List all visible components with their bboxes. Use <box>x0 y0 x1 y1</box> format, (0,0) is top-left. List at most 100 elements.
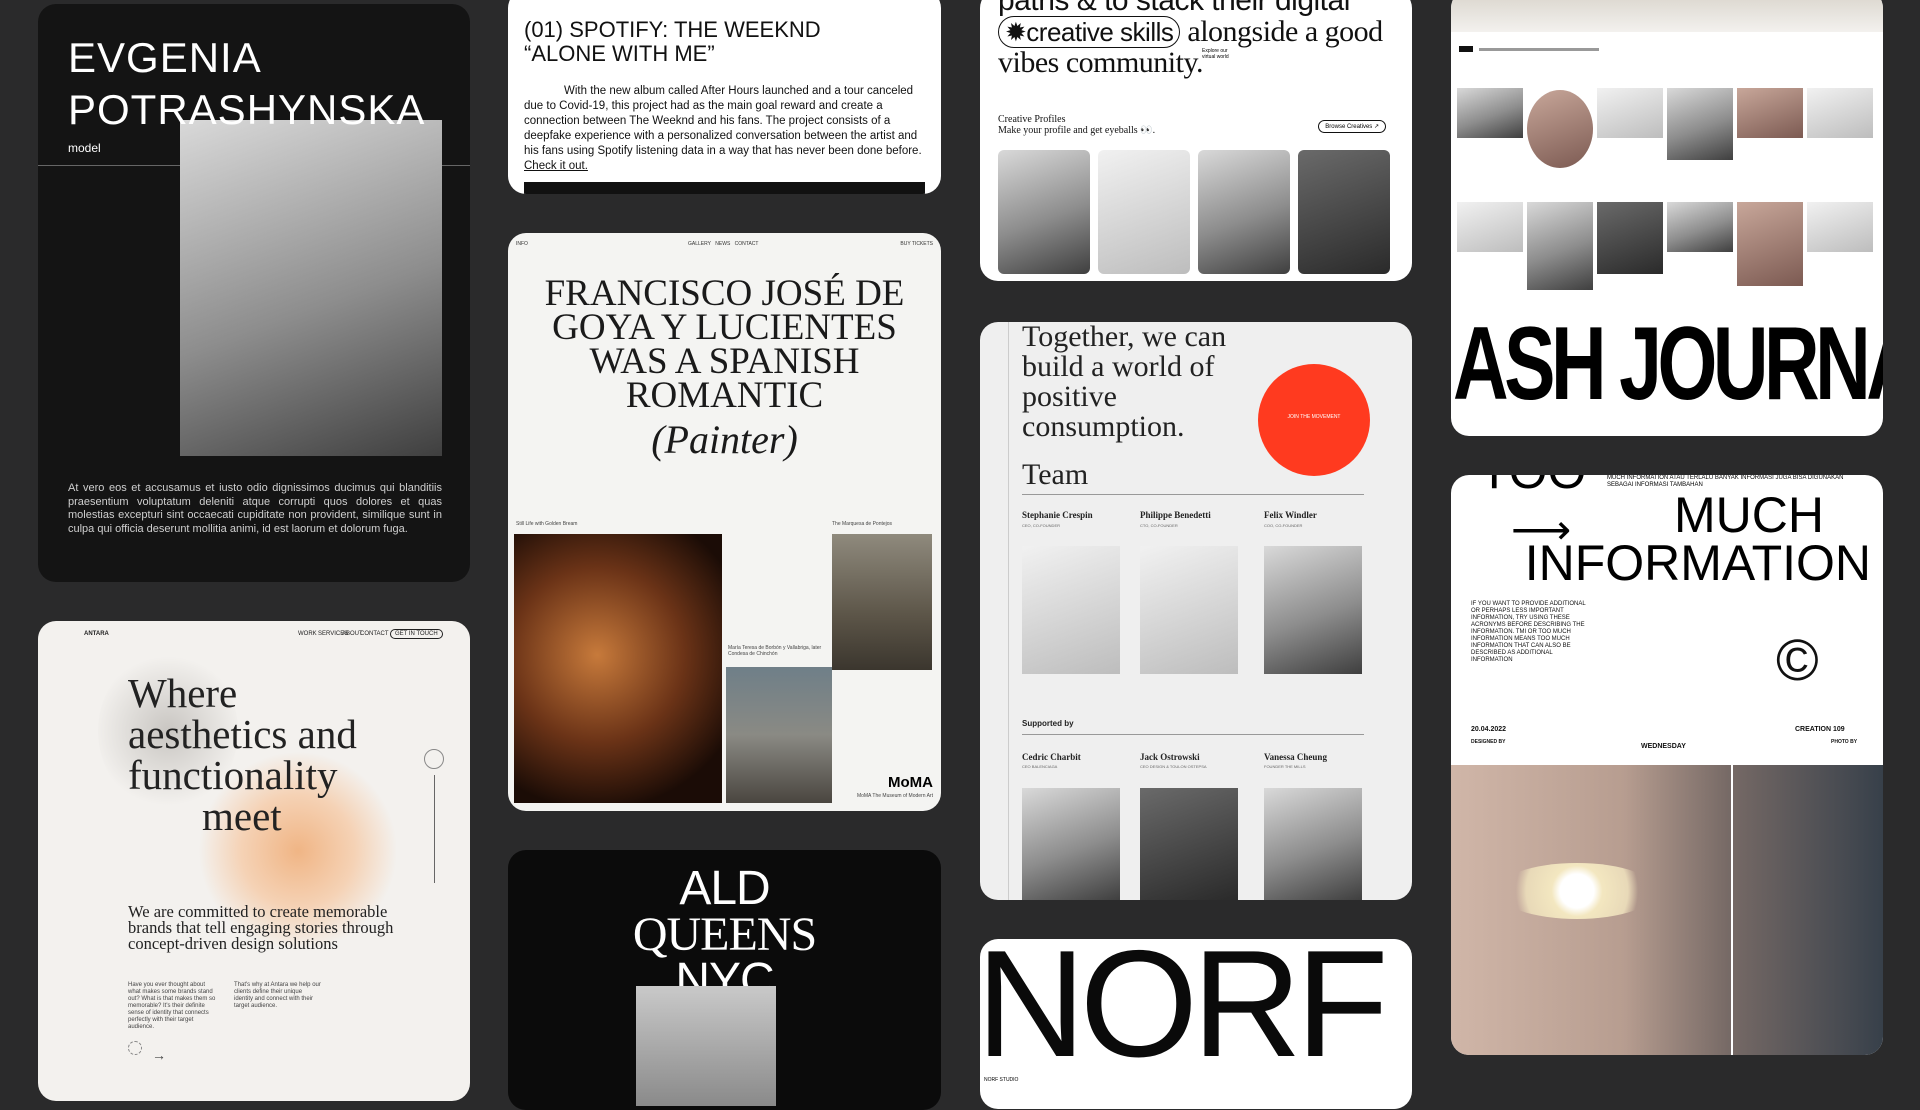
headline-italic: (Painter) <box>651 417 798 462</box>
norf-footer: NORF STUDIO <box>984 1077 1019 1083</box>
profile-photo[interactable] <box>1298 150 1390 274</box>
supporter-name: Cedric Charbit <box>1022 752 1081 762</box>
project-description: With the new album called After Hours la… <box>524 85 922 172</box>
thumbnail[interactable] <box>1737 202 1803 286</box>
member-photo[interactable] <box>1140 546 1238 674</box>
thumbnail[interactable] <box>1597 202 1663 274</box>
supporter-photo[interactable] <box>1022 788 1120 900</box>
member-name: Felix Windler <box>1264 510 1317 520</box>
media-strip <box>524 182 925 194</box>
supporter-photo[interactable] <box>1140 788 1238 900</box>
thumbnail[interactable] <box>1807 202 1873 252</box>
member-name: Philippe Benedetti <box>1140 510 1211 520</box>
nav-contact[interactable]: CONTACT <box>360 631 389 637</box>
team-card[interactable]: Together, we can build a world of positi… <box>980 322 1412 900</box>
supporter-photo[interactable] <box>1264 788 1362 900</box>
buy-tickets-link[interactable]: BUY TICKETS <box>900 241 933 247</box>
thumbnail[interactable] <box>1597 88 1663 138</box>
member-role: COO, CO-FOUNDER <box>1264 523 1303 528</box>
creation-number: CREATION 109 <box>1795 726 1845 733</box>
nav-work[interactable]: WORK <box>298 631 317 637</box>
thumbnail[interactable] <box>1667 202 1733 252</box>
nav-links[interactable] <box>1479 48 1599 51</box>
marquesa-painting[interactable] <box>832 534 932 670</box>
check-it-out-link[interactable]: Check it out. <box>524 160 588 172</box>
antara-logo[interactable]: ANTARA <box>84 631 109 637</box>
copyright-icon: © <box>1776 628 1819 693</box>
condesa-painting[interactable] <box>726 667 832 803</box>
thumbnail[interactable] <box>1667 88 1733 160</box>
tmi-line-information: INFORMATION <box>1524 535 1871 591</box>
explore-link[interactable]: Explore our virtual world <box>1202 48 1242 60</box>
ald-queens-card[interactable]: ALD QUEENS NYC <box>508 850 941 1110</box>
community-headline: paths & to stack their digital ✹creative… <box>998 0 1383 79</box>
still-life-painting[interactable] <box>514 534 722 803</box>
thumbnail[interactable] <box>1527 90 1593 168</box>
moma-subtitle: MoMA The Museum of Modern Art <box>856 793 933 799</box>
model-portfolio-card[interactable]: EVGENIA POTRASHYNSKA model At vero eos e… <box>38 4 470 582</box>
join-movement-button[interactable]: JOIN THE MOVEMENT <box>1258 364 1370 476</box>
supporter-role: CEO DESIGN & TOULON OSTEPSA <box>1140 764 1207 769</box>
ash-journal-wordmark: ASH JOURNAL <box>1453 306 1883 422</box>
nav-tab[interactable] <box>1459 46 1473 52</box>
creative-profiles-heading: Creative Profiles Make your profile and … <box>998 114 1156 136</box>
photo-by-label: PHOTO BY <box>1831 739 1858 745</box>
project-title: (01) SPOTIFY: THE WEEKND “ALONE WITH ME” <box>524 17 821 66</box>
antara-studio-card[interactable]: ANTARA WORK SERVICES ABOUT CONTACT GET I… <box>38 621 470 1101</box>
daisy-mouth <box>1497 863 1657 919</box>
model-role: model <box>68 141 101 155</box>
artwork-caption: The Marquesa de Pontejos <box>832 521 893 527</box>
profile-photo[interactable] <box>1198 150 1290 274</box>
thumbnail[interactable] <box>1807 88 1873 138</box>
ald-headline: ALD QUEENS NYC <box>632 862 817 1007</box>
tmi-line-much: MUCH <box>1674 487 1824 543</box>
goya-headline: FRANCISCO JOSÉ DE GOYA Y LUCIENTES WAS A… <box>518 275 931 462</box>
model-paragraph: At vero eos et accusamus et iusto odio d… <box>68 482 442 535</box>
thumbnail[interactable] <box>1457 88 1523 138</box>
artwork-caption: Still Life with Golden Bream <box>516 521 578 527</box>
profile-photo[interactable] <box>998 150 1090 274</box>
antara-hero: Where aesthetics and functionality meet <box>128 670 357 839</box>
divider <box>1022 734 1364 735</box>
ash-journal-card[interactable]: ASH JOURNAL <box>1451 0 1883 436</box>
thumbnail[interactable] <box>1457 202 1523 252</box>
header-image <box>1451 0 1883 32</box>
commitment-text: We are committed to create memorable bra… <box>128 902 394 953</box>
get-in-touch-button[interactable]: GET IN TOUCH <box>390 629 443 639</box>
norf-wordmark: NORF <box>980 939 1389 1089</box>
person-photo <box>636 986 776 1106</box>
member-role: CTO, CO-FOUNDER <box>1140 523 1178 528</box>
creative-community-card[interactable]: paths & to stack their digital ✹creative… <box>980 0 1412 281</box>
goya-museum-card[interactable]: INFO GALLERY NEWS CONTACT BUY TICKETS FR… <box>508 233 941 811</box>
intro-paragraph: Have you ever thought about what makes s… <box>128 982 216 1030</box>
designed-by-label: DESIGNED BY <box>1471 739 1506 745</box>
profile-photo[interactable] <box>1098 150 1190 274</box>
nav-info[interactable]: INFO <box>516 241 528 247</box>
arrow-right-icon[interactable]: → <box>152 1047 166 1063</box>
scroll-badge-icon[interactable] <box>424 749 444 769</box>
nav-links[interactable]: GALLERY NEWS CONTACT <box>688 241 758 247</box>
supported-by-heading: Supported by <box>1022 719 1074 728</box>
browse-creatives-button[interactable]: Browse Creatives ↗ <box>1318 120 1386 133</box>
too-much-information-card[interactable]: TOO MUCH INFORMATION ATAU TERLALU BANYAK… <box>1451 475 1883 1055</box>
supporter-name: Vanessa Cheung <box>1264 752 1327 762</box>
tmi-day: WEDNESDAY <box>1641 743 1686 750</box>
spotify-project-card[interactable]: (01) SPOTIFY: THE WEEKND “ALONE WITH ME”… <box>508 0 941 194</box>
norf-studio-card[interactable]: NORF NORF STUDIO <box>980 939 1412 1109</box>
face-flowers-photo <box>1451 765 1883 1055</box>
photo-split <box>1731 765 1733 1055</box>
member-role: CEO, CO-FOUNDER <box>1022 523 1060 528</box>
sun-icon <box>128 1041 142 1055</box>
member-photo[interactable] <box>1022 546 1120 674</box>
tmi-line-too: TOO <box>1479 475 1586 496</box>
supporter-name: Jack Ostrowski <box>1140 752 1200 762</box>
tmi-note: IF YOU WANT TO PROVIDE ADDITIONAL OR PER… <box>1471 601 1586 663</box>
intro-paragraph: That's why at Antara we help our clients… <box>234 982 321 1009</box>
team-headline: Together, we can build a world of positi… <box>1022 322 1227 443</box>
team-heading: Team <box>1022 458 1089 491</box>
thumbnail[interactable] <box>1737 88 1803 138</box>
model-name: EVGENIA POTRASHYNSKA <box>68 34 426 133</box>
thumbnail[interactable] <box>1527 202 1593 290</box>
member-photo[interactable] <box>1264 546 1362 674</box>
supporter-role: FOUNDER THE MILLS <box>1264 764 1306 769</box>
